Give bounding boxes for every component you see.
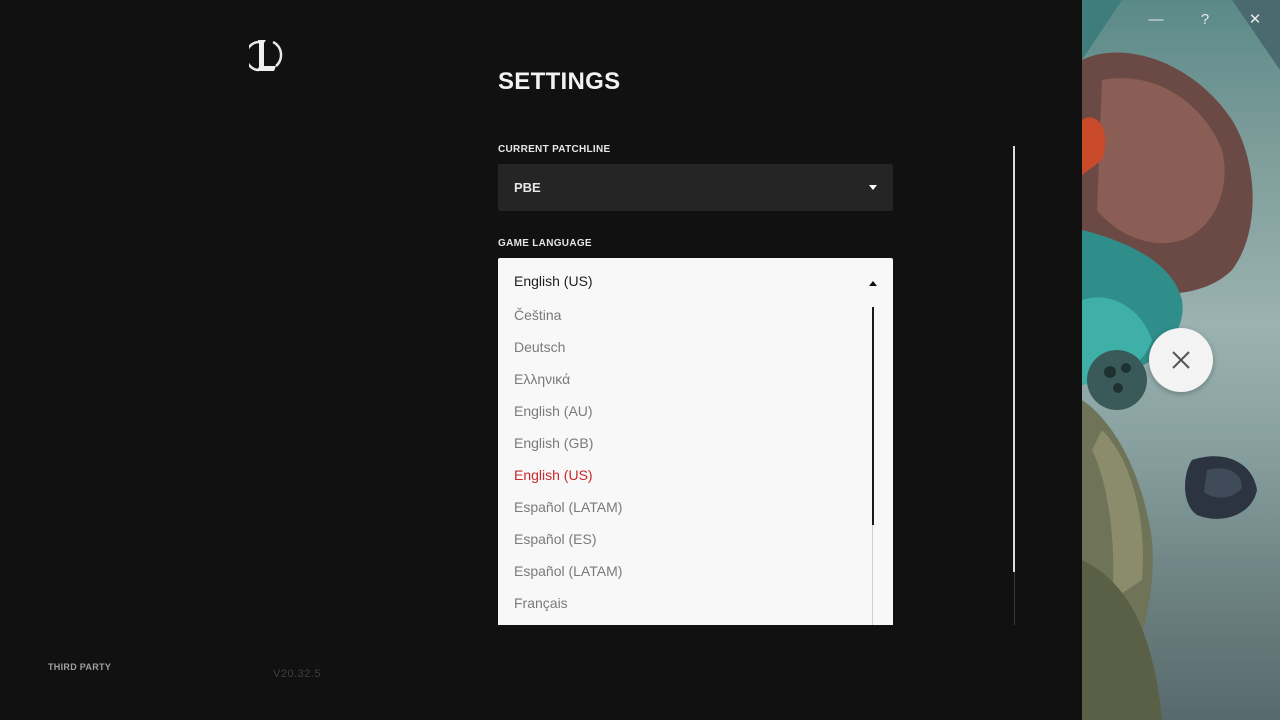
close-icon <box>1172 351 1190 369</box>
language-option-list: Čeština Deutsch Ελληνικά English (AU) En… <box>498 304 893 625</box>
language-option[interactable]: Français <box>514 595 568 611</box>
settings-scrollbar-thumb[interactable] <box>1013 146 1015 572</box>
window-close-button[interactable]: ✕ <box>1242 8 1268 30</box>
third-party-link[interactable]: THIRD PARTY <box>48 662 111 672</box>
minimize-icon: — <box>1148 10 1164 28</box>
language-option-selected[interactable]: English (US) <box>514 467 593 483</box>
chevron-down-icon <box>869 185 877 190</box>
patchline-value: PBE <box>514 180 541 195</box>
language-dropdown[interactable]: English (US) Čeština Deutsch Ελληνικά En… <box>498 258 893 625</box>
page-title: SETTINGS <box>498 68 621 95</box>
language-dropdown-header[interactable]: English (US) <box>498 258 893 304</box>
language-option[interactable]: English (AU) <box>514 403 593 419</box>
minimize-button[interactable]: — <box>1143 8 1169 30</box>
patchline-dropdown[interactable]: PBE <box>498 164 893 211</box>
language-label: GAME LANGUAGE <box>498 238 592 249</box>
help-button[interactable]: ? <box>1192 8 1218 30</box>
close-settings-button[interactable] <box>1149 328 1213 392</box>
chevron-up-icon <box>869 280 877 286</box>
language-option[interactable]: Español (LATAM) <box>514 499 622 515</box>
patchline-label: CURRENT PATCHLINE <box>498 144 611 155</box>
language-option[interactable]: Ελληνικά <box>514 371 570 387</box>
help-icon: ? <box>1200 10 1210 28</box>
language-selected-value: English (US) <box>514 273 593 289</box>
language-option[interactable]: Čeština <box>514 307 561 323</box>
language-option[interactable]: English (GB) <box>514 435 593 451</box>
window-close-icon: ✕ <box>1248 11 1262 28</box>
language-option[interactable]: Español (LATAM) <box>514 563 622 579</box>
version-label: V20.32.5 <box>273 668 322 680</box>
app-window: THIRD PARTY V20.32.5 SETTINGS CURRENT PA… <box>0 0 1280 720</box>
language-list-scrollbar-thumb[interactable] <box>872 307 874 525</box>
language-option[interactable]: Español (ES) <box>514 531 596 547</box>
league-logo-icon <box>244 38 283 74</box>
language-option[interactable]: Deutsch <box>514 339 565 355</box>
